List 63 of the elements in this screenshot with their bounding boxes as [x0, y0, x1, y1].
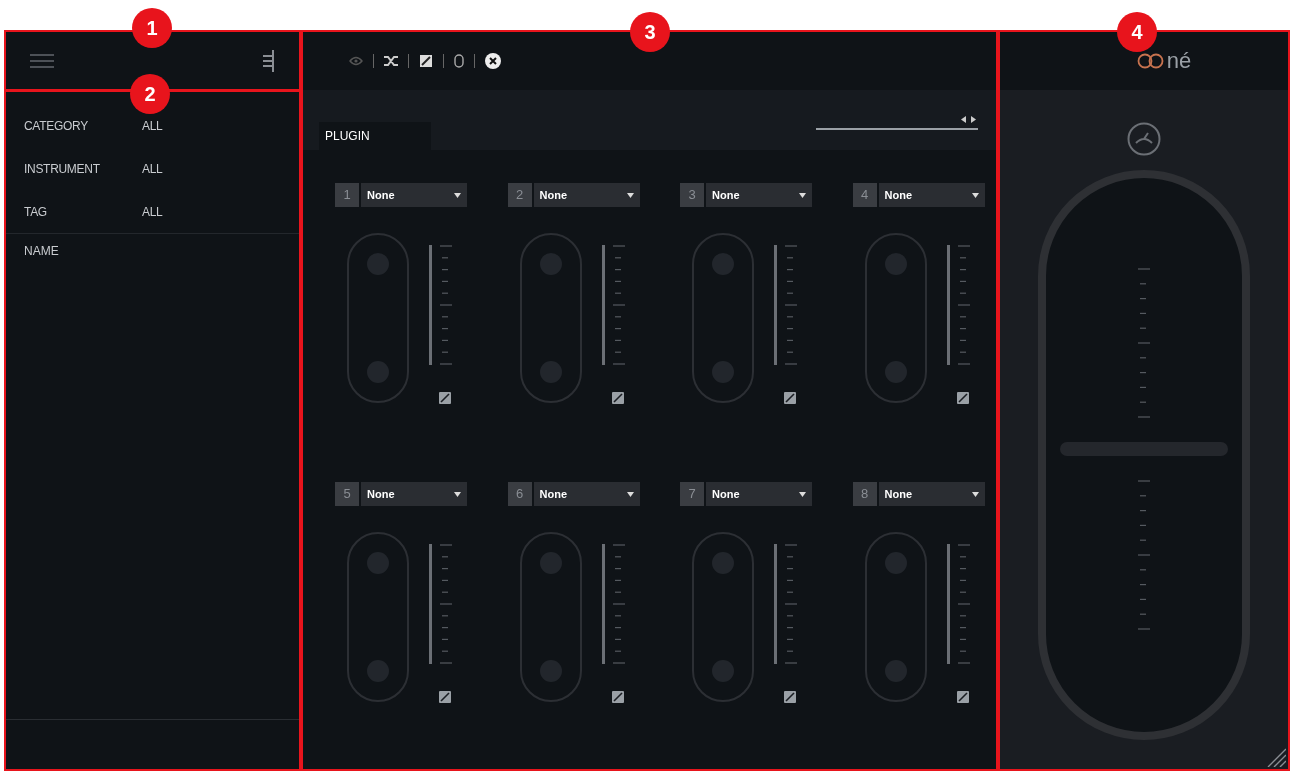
filter-value[interactable]: ALL — [142, 159, 163, 178]
plugin-dropdown[interactable]: None — [361, 482, 467, 506]
caret-icon — [626, 491, 634, 497]
slot-number: 4 — [852, 183, 877, 207]
resize-icon[interactable] — [438, 391, 452, 405]
plugin-dropdown[interactable]: None — [706, 482, 812, 506]
plugin-dropdown[interactable]: None — [878, 482, 985, 506]
plugin-dropdown[interactable]: None — [706, 183, 812, 207]
plugin-dropdown[interactable]: None — [878, 183, 985, 207]
slot-number: 1 — [335, 183, 359, 207]
slot-number: 6 — [507, 482, 532, 506]
filter-value[interactable]: ALL — [142, 202, 163, 221]
caret-icon — [626, 192, 634, 198]
slot-number: 8 — [852, 482, 877, 506]
caret-icon — [971, 192, 979, 198]
image-icon[interactable] — [419, 54, 433, 68]
callout-badge: 3 — [630, 12, 670, 52]
slot-number: 7 — [680, 482, 704, 506]
plugin-tab[interactable]: PLUGIN — [319, 122, 431, 150]
plugin-dropdown[interactable]: None — [533, 183, 640, 207]
slot-number: 2 — [507, 183, 532, 207]
caret-icon — [799, 491, 806, 497]
filter-label: CATEGORY — [24, 117, 89, 135]
resize-icon[interactable] — [955, 391, 970, 405]
slot-number: 3 — [680, 183, 704, 207]
resize-icon[interactable] — [438, 690, 452, 704]
plugin-dropdown[interactable]: None — [533, 482, 640, 506]
fader-track[interactable] — [347, 532, 409, 702]
caret-icon — [799, 192, 806, 198]
resize-icon[interactable] — [610, 391, 625, 405]
fader-track[interactable] — [692, 233, 754, 403]
filter-label: TAG — [24, 203, 48, 221]
resize-icon[interactable] — [955, 690, 970, 704]
list-icon[interactable] — [263, 49, 275, 72]
scroll-bar[interactable] — [816, 116, 978, 130]
left-arrow-icon[interactable] — [961, 116, 966, 123]
logo-text: né — [1166, 50, 1192, 72]
gauge-icon[interactable] — [1127, 122, 1161, 156]
shuffle-icon[interactable] — [384, 55, 398, 67]
fader-track[interactable] — [864, 233, 927, 403]
fader-track[interactable] — [347, 233, 409, 403]
caret-icon — [454, 491, 461, 497]
fader-track[interactable] — [864, 532, 927, 702]
column-header: NAME — [23, 243, 60, 260]
eye-icon[interactable] — [349, 56, 363, 66]
callout-badge: 1 — [132, 8, 172, 48]
caret-icon — [971, 491, 979, 497]
plugin-dropdown[interactable]: None — [361, 183, 467, 207]
right-arrow-icon[interactable] — [971, 116, 976, 123]
filter-value[interactable]: ALL — [142, 116, 163, 135]
clip-icon[interactable] — [454, 54, 464, 68]
fader-track[interactable] — [692, 532, 754, 702]
fader-track[interactable] — [519, 233, 582, 403]
logo-rings-icon — [1136, 53, 1165, 69]
resize-icon[interactable] — [783, 391, 797, 405]
resize-icon[interactable] — [610, 690, 625, 704]
slot-number: 5 — [335, 482, 359, 506]
close-icon[interactable] — [485, 53, 501, 69]
callout-badge: 4 — [1117, 12, 1157, 52]
caret-icon — [454, 192, 461, 198]
fader-track[interactable] — [519, 532, 582, 702]
filter-label: INSTRUMENT — [24, 160, 101, 178]
resize-icon[interactable] — [783, 690, 797, 704]
